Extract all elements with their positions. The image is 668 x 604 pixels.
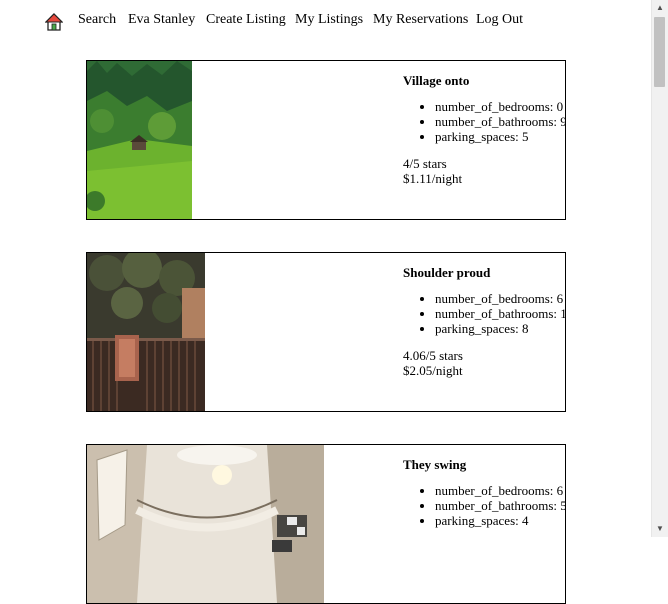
nav-log-out[interactable]: Log Out xyxy=(476,12,523,28)
listing-card[interactable]: Shoulder proud number_of_bedrooms: 6 num… xyxy=(86,252,566,412)
attribute-parking: parking_spaces: 5 xyxy=(435,129,565,144)
listing-attributes: number_of_bedrooms: 6 number_of_bathroom… xyxy=(403,483,565,528)
listing-title[interactable]: Village onto xyxy=(403,73,565,89)
listing-title[interactable]: They swing xyxy=(403,457,565,473)
listing-attributes: number_of_bedrooms: 6 number_of_bathroom… xyxy=(403,291,565,336)
attribute-bedrooms: number_of_bedrooms: 6 xyxy=(435,483,565,498)
attribute-parking: parking_spaces: 8 xyxy=(435,321,565,336)
scrollbar-thumb[interactable] xyxy=(654,17,665,87)
listing-rating: 4/5 stars xyxy=(403,156,447,171)
listing-info: They swing number_of_bedrooms: 6 number_… xyxy=(403,457,565,540)
attribute-bathrooms: number_of_bathrooms: 1 xyxy=(435,306,565,321)
attribute-parking: parking_spaces: 4 xyxy=(435,513,565,528)
listing-info: Shoulder proud number_of_bedrooms: 6 num… xyxy=(403,265,565,378)
vertical-scrollbar[interactable]: ▲ ▼ xyxy=(651,0,668,537)
listing-card[interactable]: They swing number_of_bedrooms: 6 number_… xyxy=(86,444,566,604)
listing-photo xyxy=(87,253,205,411)
attribute-bedrooms: number_of_bedrooms: 0 xyxy=(435,99,565,114)
listing-rating: 4.06/5 stars xyxy=(403,348,463,363)
nav-search[interactable]: Search xyxy=(78,12,116,28)
listing-attributes: number_of_bedrooms: 0 number_of_bathroom… xyxy=(403,99,565,144)
nav-create-listing[interactable]: Create Listing xyxy=(206,12,286,28)
home-icon[interactable] xyxy=(45,13,63,31)
listing-card[interactable]: Village onto number_of_bedrooms: 0 numbe… xyxy=(86,60,566,220)
nav-user-profile[interactable]: Eva Stanley xyxy=(128,12,195,28)
nav-my-listings[interactable]: My Listings xyxy=(295,12,363,28)
listing-photo xyxy=(87,445,324,603)
listing-photo xyxy=(87,61,192,219)
scroll-up-arrow-icon[interactable]: ▲ xyxy=(652,0,668,16)
listing-title[interactable]: Shoulder proud xyxy=(403,265,565,281)
attribute-bathrooms: number_of_bathrooms: 5 xyxy=(435,498,565,513)
listing-price: $2.05/night xyxy=(403,363,463,378)
attribute-bathrooms: number_of_bathrooms: 9 xyxy=(435,114,565,129)
scroll-down-arrow-icon[interactable]: ▼ xyxy=(652,521,668,537)
nav-my-reservations[interactable]: My Reservations xyxy=(373,12,468,28)
top-nav: Search Eva Stanley Create Listing My Lis… xyxy=(0,0,650,40)
attribute-bedrooms: number_of_bedrooms: 6 xyxy=(435,291,565,306)
listing-price: $1.11/night xyxy=(403,171,463,186)
listing-info: Village onto number_of_bedrooms: 0 numbe… xyxy=(403,73,565,186)
